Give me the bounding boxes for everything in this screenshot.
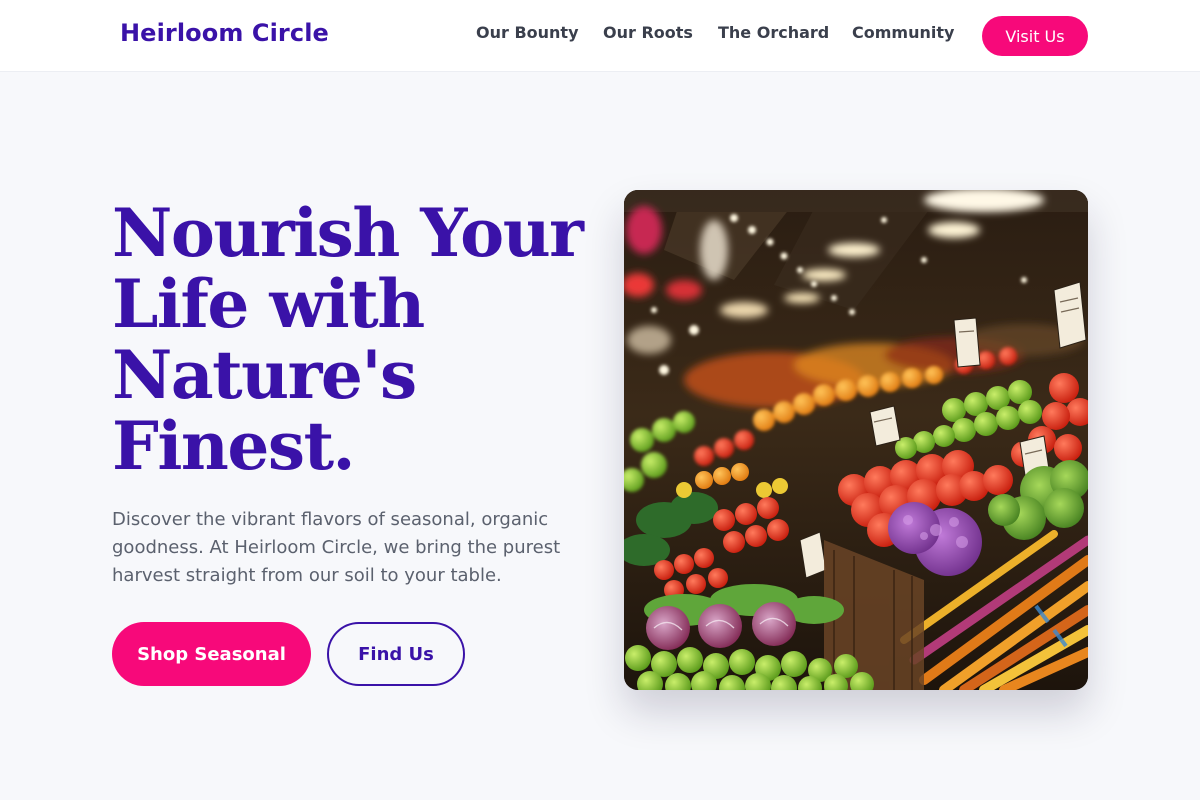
- find-us-button[interactable]: Find Us: [327, 622, 465, 686]
- visit-us-button[interactable]: Visit Us: [982, 16, 1088, 56]
- hero-title: Nourish Your Life with Nature's Finest.: [112, 194, 584, 485]
- hero-description: Discover the vibrant flavors of seasonal…: [112, 509, 561, 586]
- hero-market-image: [624, 190, 1088, 690]
- nav-link-our-bounty[interactable]: Our Bounty: [476, 23, 579, 42]
- nav-link-community[interactable]: Community: [852, 23, 954, 42]
- site-header: Heirloom Circle Our Bounty Our Roots The…: [0, 0, 1200, 72]
- brand-logo[interactable]: Heirloom Circle: [120, 19, 329, 47]
- shop-seasonal-button[interactable]: Shop Seasonal: [112, 622, 311, 686]
- nav-link-our-roots[interactable]: Our Roots: [603, 23, 693, 42]
- nav-link-the-orchard[interactable]: The Orchard: [718, 23, 829, 42]
